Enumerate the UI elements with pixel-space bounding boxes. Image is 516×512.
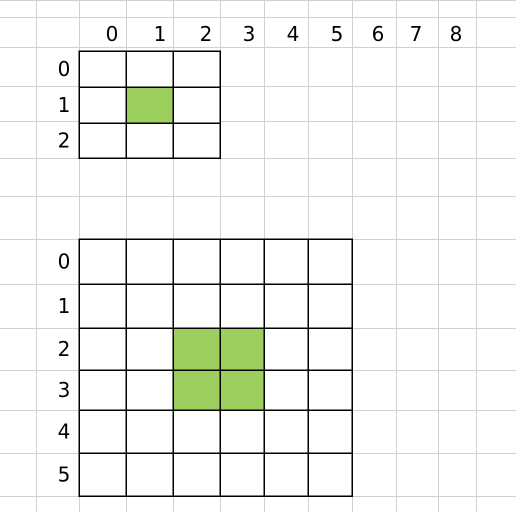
grid-cell — [307, 283, 353, 329]
grid-cell — [125, 238, 174, 285]
grid-cell — [263, 369, 309, 411]
row-label: 4 — [58, 420, 71, 444]
column-header-label: 2 — [200, 22, 213, 46]
grid-cell — [219, 452, 265, 497]
row-label: 2 — [58, 337, 71, 361]
grid-cell — [172, 122, 221, 159]
grid-cell — [219, 283, 265, 329]
grid-cell — [307, 369, 353, 411]
highlighted-cell — [172, 327, 221, 371]
grid-cell — [307, 238, 353, 285]
grid-cell — [78, 122, 127, 159]
large-grid: 0 1 2 3 4 5 — [58, 238, 353, 497]
column-header-label: 7 — [410, 22, 423, 46]
column-header-row: 0 1 2 3 4 5 6 7 8 — [106, 22, 463, 46]
row-label: 2 — [58, 129, 71, 153]
column-header-label: 4 — [287, 22, 300, 46]
row-label: 1 — [58, 93, 71, 117]
row-label: 0 — [58, 57, 71, 81]
grid-cell — [172, 50, 221, 88]
row-label: 5 — [58, 463, 71, 487]
grid-cell — [172, 86, 221, 124]
column-header-label: 0 — [106, 22, 119, 46]
grid-cell — [307, 452, 353, 497]
grid-cell — [78, 369, 127, 411]
grid-cell — [78, 86, 127, 124]
grid-cell — [78, 452, 127, 497]
grid-cell — [78, 283, 127, 329]
highlighted-cell — [219, 369, 265, 411]
grid-cell — [307, 409, 353, 454]
grid-cell — [172, 452, 221, 497]
grid-cell — [78, 50, 127, 88]
grid-cell — [172, 238, 221, 285]
grid-cell — [125, 369, 174, 411]
column-header-label: 3 — [243, 22, 256, 46]
grid-cell — [78, 238, 127, 285]
grid-cell — [125, 409, 174, 454]
grid-cell — [263, 409, 309, 454]
grid-cell — [263, 238, 309, 285]
grid-cell — [172, 409, 221, 454]
grid-cell — [125, 283, 174, 329]
grid-cell — [219, 409, 265, 454]
row-label: 1 — [58, 294, 71, 318]
grid-canvas: 0 1 2 3 4 5 6 7 8 0 1 2 0 1 2 3 4 5 — [0, 0, 516, 512]
grid-cell — [263, 452, 309, 497]
grid-cell — [125, 327, 174, 371]
grid-cell — [172, 283, 221, 329]
column-header-label: 8 — [450, 22, 463, 46]
grid-cell — [78, 409, 127, 454]
row-label: 0 — [58, 250, 71, 274]
grid-cell — [263, 283, 309, 329]
highlighted-cell — [125, 86, 174, 124]
grid-cell — [307, 327, 353, 371]
column-header-label: 1 — [154, 22, 167, 46]
highlighted-cell — [219, 327, 265, 371]
grid-cell — [125, 50, 174, 88]
grid-cell — [125, 122, 174, 159]
grid-cell — [219, 238, 265, 285]
small-grid: 0 1 2 — [58, 50, 221, 159]
grid-cell — [78, 327, 127, 371]
row-label: 3 — [58, 378, 71, 402]
column-header-label: 6 — [372, 22, 385, 46]
column-header-label: 5 — [331, 22, 344, 46]
grid-cell — [263, 327, 309, 371]
grid-cell — [125, 452, 174, 497]
highlighted-cell — [172, 369, 221, 411]
